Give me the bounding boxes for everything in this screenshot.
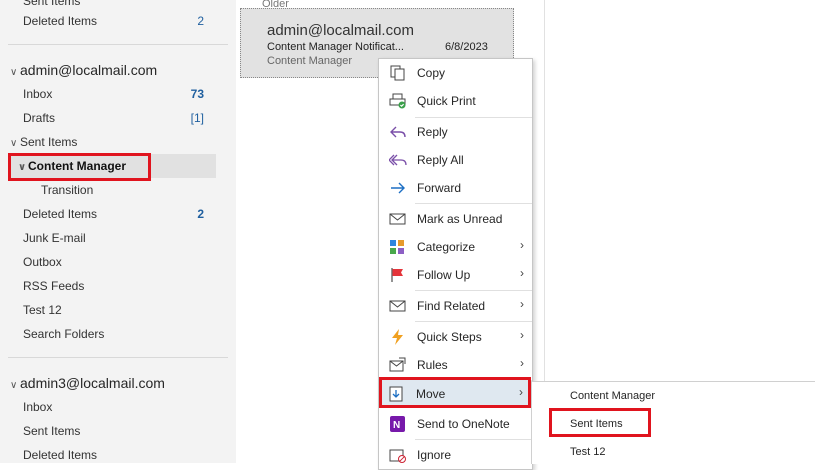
menu-reply-all[interactable]: Reply All — [379, 147, 532, 173]
menu-find-related[interactable]: Find Related › — [379, 293, 532, 319]
folder-sent-items-top[interactable]: Sent Items — [23, 0, 80, 8]
folder-sent-3[interactable]: Sent Items — [23, 424, 80, 438]
message-subject: Content Manager Notificat... — [267, 41, 404, 53]
submenu-arrow-icon: › — [520, 297, 524, 311]
chevron-down-icon: ∨ — [10, 67, 18, 78]
folder-test12[interactable]: Test 12 — [23, 303, 62, 317]
submenu-arrow-icon: › — [520, 266, 524, 280]
menu-separator — [415, 117, 532, 118]
menu-ignore[interactable]: Ignore — [379, 442, 532, 468]
folder-sent-items[interactable]: ∨ Sent Items — [10, 135, 77, 149]
deleted-count-top: 2 — [197, 14, 204, 28]
highlight-box — [549, 408, 651, 437]
ignore-icon — [389, 449, 406, 463]
folder-inbox-3[interactable]: Inbox — [23, 400, 52, 414]
svg-text:N: N — [393, 420, 400, 431]
submenu-content-manager[interactable]: Content Manager — [570, 390, 655, 402]
menu-reply[interactable]: Reply — [379, 119, 532, 145]
menu-forward[interactable]: Forward — [379, 175, 532, 201]
copy-icon — [390, 65, 405, 81]
menu-label: Copy — [417, 66, 446, 80]
menu-label: Categorize — [417, 240, 476, 254]
menu-separator — [415, 203, 532, 204]
reply-all-icon — [389, 154, 407, 166]
menu-label: Ignore — [417, 448, 452, 462]
account-name: admin@localmail.com — [20, 62, 158, 78]
folder-label: Sent Items — [20, 135, 78, 149]
submenu-arrow-icon: › — [520, 328, 524, 342]
menu-label: Quick Steps — [417, 330, 482, 344]
menu-follow-up[interactable]: Follow Up › — [379, 262, 532, 288]
account-name: admin3@localmail.com — [20, 375, 165, 391]
find-related-icon — [389, 300, 406, 312]
chevron-down-icon: ∨ — [10, 380, 18, 391]
menu-onenote[interactable]: N Send to OneNote — [379, 411, 532, 437]
menu-categorize[interactable]: Categorize › — [379, 234, 532, 260]
menu-quick-steps[interactable]: Quick Steps › — [379, 324, 532, 350]
highlight-box — [8, 153, 151, 181]
message-folder: Content Manager — [267, 55, 352, 67]
folder-drafts[interactable]: Drafts — [23, 111, 55, 125]
folder-rss[interactable]: RSS Feeds — [23, 279, 84, 293]
menu-label: Send to OneNote — [417, 417, 510, 431]
highlight-box — [379, 377, 531, 408]
submenu-arrow-icon: › — [520, 356, 524, 370]
categorize-icon — [390, 240, 404, 254]
menu-label: Rules — [417, 358, 448, 372]
divider — [8, 357, 228, 358]
folder-inbox[interactable]: Inbox — [23, 87, 52, 101]
message-sender: admin@localmail.com — [267, 22, 414, 39]
envelope-icon — [389, 213, 406, 225]
menu-mark-unread[interactable]: Mark as Unread — [379, 206, 532, 232]
menu-quick-print[interactable]: Quick Print — [379, 88, 532, 114]
submenu-test12[interactable]: Test 12 — [570, 446, 605, 458]
menu-label: Quick Print — [417, 94, 476, 108]
context-menu: Copy Quick Print Reply Reply All Forward… — [378, 58, 533, 470]
divider — [8, 44, 228, 45]
menu-label: Find Related — [417, 299, 486, 313]
onenote-icon: N — [390, 416, 405, 432]
forward-icon — [391, 182, 405, 194]
folder-search[interactable]: Search Folders — [23, 327, 104, 341]
folder-deleted-items[interactable]: Deleted Items — [23, 207, 97, 221]
reply-icon — [390, 126, 406, 138]
menu-label: Follow Up — [417, 268, 471, 282]
menu-separator — [415, 439, 532, 440]
account-admin[interactable]: ∨ admin@localmail.com — [10, 62, 157, 78]
folder-deleted-3[interactable]: Deleted Items — [23, 448, 97, 462]
printer-icon — [389, 93, 406, 109]
menu-rules[interactable]: Rules › — [379, 352, 532, 378]
menu-separator — [415, 290, 532, 291]
rules-icon — [389, 357, 406, 372]
menu-copy[interactable]: Copy — [379, 60, 532, 86]
menu-label: Reply — [417, 125, 448, 139]
drafts-count: [1] — [190, 111, 204, 125]
inbox-count: 73 — [190, 87, 204, 101]
flag-icon — [391, 268, 403, 282]
deleted-count: 2 — [197, 207, 204, 221]
message-date: 6/8/2023 — [445, 41, 488, 53]
account-admin3[interactable]: ∨ admin3@localmail.com — [10, 375, 165, 391]
lightning-icon — [392, 329, 403, 345]
folder-junk[interactable]: Junk E-mail — [23, 231, 86, 245]
menu-label: Forward — [417, 181, 462, 195]
menu-label: Mark as Unread — [417, 212, 503, 226]
folder-outbox[interactable]: Outbox — [23, 255, 62, 269]
folder-transition[interactable]: Transition — [41, 183, 93, 197]
submenu-arrow-icon: › — [520, 238, 524, 252]
menu-label: Reply All — [417, 153, 464, 167]
menu-separator — [415, 321, 532, 322]
folder-pane: Sent Items Deleted Items 2 ∨ admin@localm… — [0, 0, 236, 463]
folder-deleted-items-top[interactable]: Deleted Items — [23, 14, 97, 28]
chevron-down-icon: ∨ — [10, 138, 18, 149]
